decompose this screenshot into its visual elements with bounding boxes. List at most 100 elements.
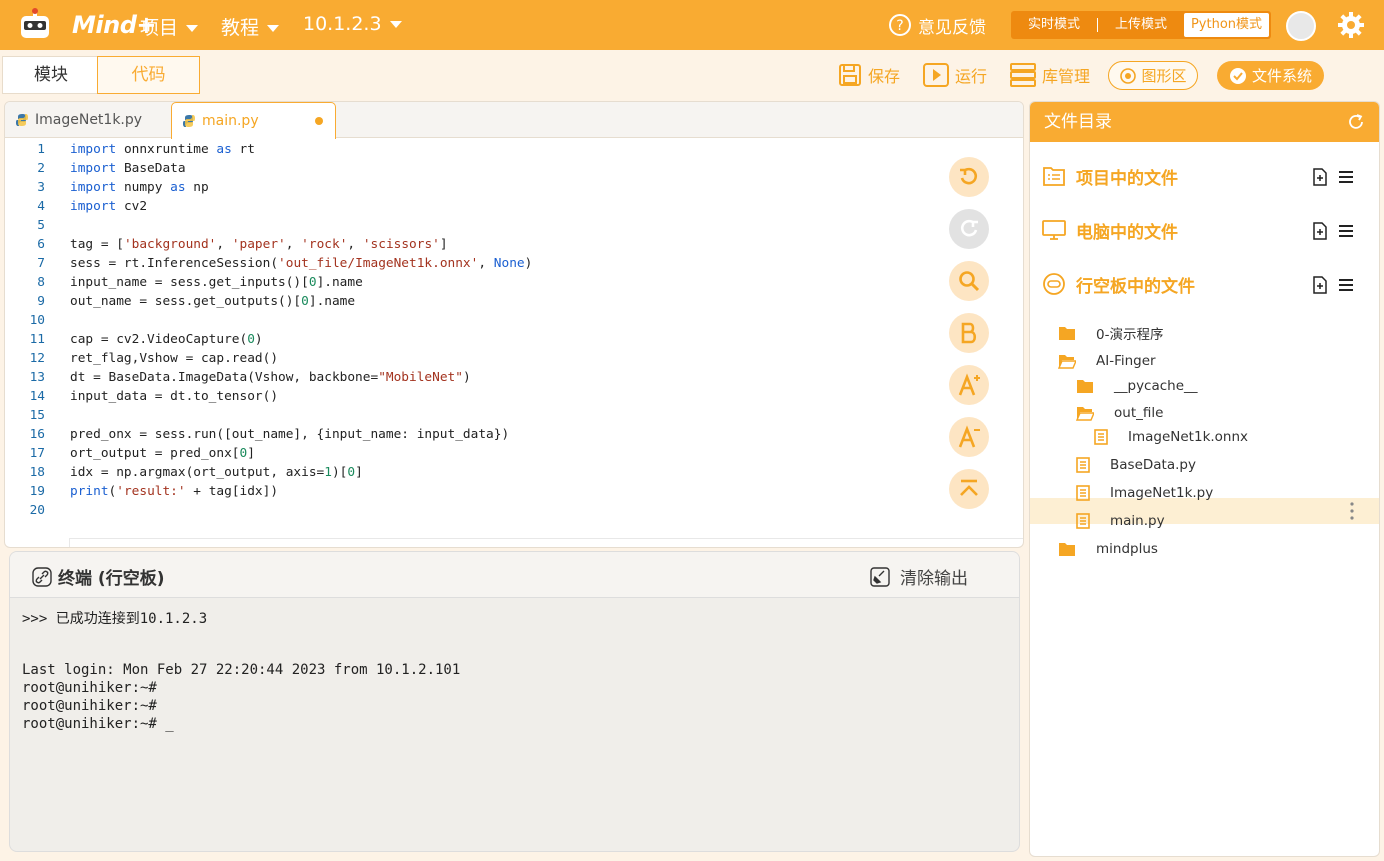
menu-tutorial-label: 教程 [221,17,260,39]
mode-realtime[interactable]: 实时模式 [1011,11,1097,39]
target-icon [1120,67,1137,84]
bold-b-icon [961,322,977,344]
folder-item[interactable]: AI-Finger [1058,350,1156,372]
line-number: 11 [29,332,45,347]
menu-icon[interactable] [1336,275,1356,295]
file-icon [1076,485,1100,501]
search-button[interactable] [949,261,989,301]
line-number: 16 [29,427,45,442]
folder-list-icon [1043,167,1065,186]
line-number: 18 [29,465,45,480]
help-icon: ? [889,14,911,36]
library-label: 库管理 [1042,67,1091,86]
terminal-line: Last login: Mon Feb 27 22:20:44 2023 fro… [22,662,461,678]
menu-icon[interactable] [1336,167,1356,187]
monitor-icon [1042,220,1066,240]
new-file-icon[interactable] [1310,167,1330,187]
line-number: 19 [29,484,45,499]
folder-icon [1076,378,1104,394]
section-label: 项目中的文件 [1076,168,1178,189]
line-number: 2 [37,161,45,176]
menu-project[interactable]: 项目 [140,13,199,40]
tab-blocks[interactable]: 模块 [2,56,100,94]
feedback-label: 意见反馈 [918,17,986,38]
tab-code[interactable]: 代码 [97,56,200,94]
code-text: cap = cv2.VideoCapture(0) [70,332,263,347]
search-icon [959,271,980,292]
file-icon [1094,429,1118,445]
font-increase-button[interactable] [949,365,989,405]
code-text: import cv2 [70,199,148,214]
menu-icon[interactable] [1336,221,1356,241]
section-board-files[interactable]: 行空板中的文件 [1042,269,1195,299]
code-text: import BaseData [70,161,186,176]
section-computer-files[interactable]: 电脑中的文件 [1042,215,1178,245]
folder-item[interactable]: 0-演示程序 [1058,322,1163,344]
graphics-label: 图形区 [1141,67,1187,85]
file-icon [1076,457,1100,473]
chevron-down-icon [267,25,280,32]
mindplus-logo: Mind+ [18,8,156,44]
font-decrease-button[interactable] [949,417,989,457]
avatar[interactable] [1286,11,1316,41]
line-number: 8 [37,275,45,290]
file-item[interactable]: ImageNet1k.py [1076,482,1213,504]
new-file-icon[interactable] [1310,221,1330,241]
code-text: import onnxruntime as rt [70,142,255,157]
file-item[interactable]: main.py [1076,510,1165,532]
file-panel-header: 文件目录 [1030,102,1379,142]
format-button[interactable] [949,313,989,353]
mode-python[interactable]: Python模式 [1184,13,1269,37]
terminal-line: root@unihiker:~# [22,680,157,696]
code-editor[interactable]: ImageNet1k.py main.py 1 import onnxruntim… [4,101,1024,548]
file-tab-label: main.py [202,113,259,129]
code-text: ret_flag,Vshow = cap.read() [70,351,279,366]
menu-tutorial[interactable]: 教程 [221,13,280,40]
menu-device[interactable]: 10.1.2.3 [303,13,402,35]
run-button[interactable]: 运行 [923,62,987,88]
line-number: 15 [29,408,45,423]
filesystem-button[interactable]: 文件系统 [1217,61,1324,90]
file-tab-main[interactable]: main.py [171,102,336,139]
library-button[interactable]: 库管理 [1010,62,1090,88]
tree-item-label: ImageNet1k.onnx [1128,429,1249,445]
folder-item[interactable]: __pycache__ [1076,375,1198,397]
tree-item-label: 0-演示程序 [1096,327,1164,343]
file-tab-imagenet[interactable]: ImageNet1k.py [5,102,171,138]
refresh-icon[interactable] [1347,113,1365,131]
file-item[interactable]: BaseData.py [1076,454,1196,476]
clear-output-button[interactable]: 清除输出 [870,564,968,589]
file-item[interactable]: ImageNet1k.onnx [1094,426,1248,448]
more-vertical-icon[interactable] [1350,502,1354,520]
save-button[interactable]: 保存 [838,62,900,88]
code-text: tag = ['background', 'paper', 'rock', 's… [70,237,448,252]
svg-text:?: ? [896,18,903,34]
new-file-icon[interactable] [1310,275,1330,295]
code-text: out_name = sess.get_outputs()[0].name [70,294,356,309]
section-project-files[interactable]: 项目中的文件 [1042,161,1178,191]
line-number: 1 [37,142,45,157]
folder-item[interactable]: out_file [1076,402,1163,424]
code-text: pred_onx = sess.run([out_name], {input_n… [70,427,510,442]
chevron-down-icon [186,25,199,32]
terminal-line: root@unihiker:~# [22,698,157,714]
undo-button[interactable] [949,157,989,197]
code-text: ort_output = pred_onx[0] [70,446,255,461]
tree-item-label: main.py [1110,513,1165,529]
mode-upload[interactable]: 上传模式 [1098,11,1184,39]
gear-icon[interactable] [1337,11,1365,39]
code-text: input_name = sess.get_inputs()[0].name [70,275,363,290]
section-label: 电脑中的文件 [1076,222,1178,243]
redo-button[interactable] [949,209,989,249]
folder-item[interactable]: mindplus [1058,538,1158,560]
redo-icon [961,219,978,237]
collapse-button[interactable] [949,469,989,509]
filesystem-label: 文件系统 [1251,67,1312,85]
file-panel: 文件目录 项目中的文件 电脑中的文件 行空板中的文件 0-演示程序 AI-Fing… [1029,101,1380,857]
graphics-button[interactable]: 图形区 [1108,61,1198,90]
feedback-button[interactable]: ? 意见反馈 [888,12,986,38]
tree-item-label: AI-Finger [1096,353,1156,369]
terminal-line: root@unihiker:~# _ [22,716,174,732]
chevron-down-icon [389,21,402,28]
folder-open-icon [1058,353,1086,369]
